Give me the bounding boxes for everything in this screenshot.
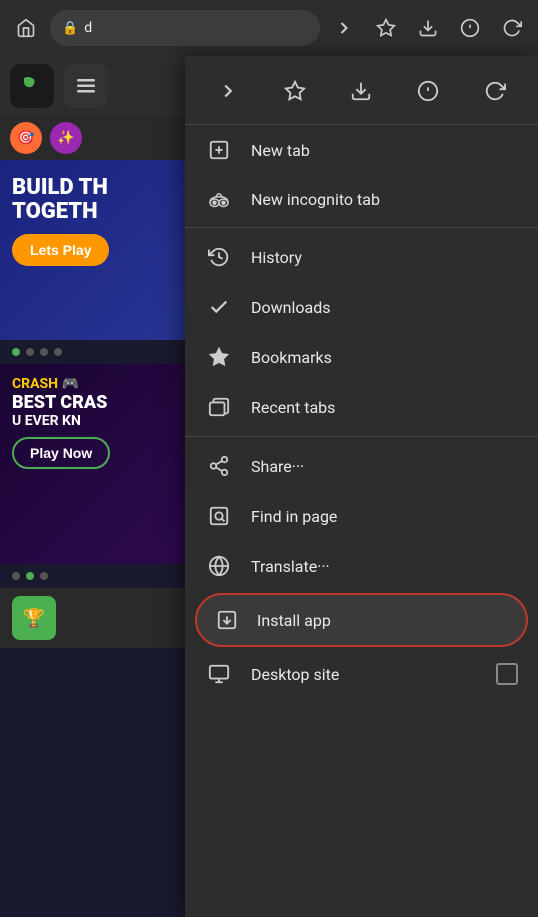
menu-nav-forward[interactable] bbox=[207, 70, 249, 112]
banner-2-title: BEST CRAS bbox=[12, 392, 173, 413]
menu-item-desktop-site[interactable]: Desktop site bbox=[185, 649, 538, 699]
favicon-2[interactable]: ✨ bbox=[50, 122, 82, 154]
install-app-label: Install app bbox=[257, 611, 331, 630]
menu-item-translate[interactable]: Translate··· bbox=[185, 541, 538, 591]
menu-nav-download[interactable] bbox=[340, 70, 382, 112]
downloads-label: Downloads bbox=[251, 298, 330, 317]
app-icons-row bbox=[0, 56, 185, 116]
banner-2-subtitle2: U EVER KN bbox=[12, 413, 173, 429]
recent-tabs-icon bbox=[205, 396, 233, 418]
desktop-site-icon bbox=[205, 663, 233, 685]
lock-icon: 🔒 bbox=[62, 21, 78, 36]
dot2-2 bbox=[26, 572, 34, 580]
menu-item-new-tab[interactable]: New tab bbox=[185, 125, 538, 175]
page-content: 🎯 ✨ BUILD TH TOGETH Lets Play CRASH 🎮 BE… bbox=[0, 56, 185, 917]
menu-item-share[interactable]: Share··· bbox=[185, 441, 538, 491]
menu-top-nav bbox=[185, 56, 538, 125]
install-app-icon bbox=[213, 609, 241, 631]
menu-item-install-app[interactable]: Install app bbox=[197, 595, 526, 645]
menu-nav-info[interactable] bbox=[407, 70, 449, 112]
banner-3-hint: 🏆 bbox=[0, 588, 185, 648]
incognito-icon bbox=[205, 189, 233, 209]
nav-refresh-button[interactable] bbox=[494, 10, 530, 46]
banner-1: BUILD TH TOGETH Lets Play bbox=[0, 160, 185, 340]
history-label: History bbox=[251, 248, 302, 267]
nav-info-button[interactable] bbox=[452, 10, 488, 46]
dots-indicator-2 bbox=[0, 564, 185, 588]
nav-bookmark-button[interactable] bbox=[368, 10, 404, 46]
menu-item-bookmarks[interactable]: Bookmarks bbox=[185, 332, 538, 382]
bigo-icon[interactable] bbox=[10, 64, 54, 108]
desktop-site-label: Desktop site bbox=[251, 665, 339, 684]
new-tab-label: New tab bbox=[251, 141, 310, 160]
address-text: d bbox=[84, 20, 92, 36]
desktop-site-checkbox[interactable] bbox=[496, 663, 518, 685]
desktop-site-left: Desktop site bbox=[205, 663, 339, 685]
divider-1 bbox=[185, 227, 538, 228]
downloads-icon bbox=[205, 296, 233, 318]
dot-1 bbox=[12, 348, 20, 356]
dot2-1 bbox=[12, 572, 20, 580]
menu-item-recent-tabs[interactable]: Recent tabs bbox=[185, 382, 538, 432]
menu-item-incognito[interactable]: New incognito tab bbox=[185, 175, 538, 223]
history-icon bbox=[205, 246, 233, 268]
menu-item-downloads[interactable]: Downloads bbox=[185, 282, 538, 332]
address-bar[interactable]: 🔒 d bbox=[50, 10, 320, 46]
dot-3 bbox=[40, 348, 48, 356]
find-label: Find in page bbox=[251, 507, 337, 526]
share-label: Share··· bbox=[251, 457, 304, 476]
translate-label: Translate··· bbox=[251, 557, 330, 576]
incognito-label: New incognito tab bbox=[251, 190, 380, 209]
dots-indicator bbox=[0, 340, 185, 364]
menu-nav-star[interactable] bbox=[274, 70, 316, 112]
bookmarks-label: Bookmarks bbox=[251, 348, 332, 367]
divider-2 bbox=[185, 436, 538, 437]
nav-forward-button[interactable] bbox=[326, 10, 362, 46]
dot-4 bbox=[54, 348, 62, 356]
favicon-1[interactable]: 🎯 bbox=[10, 122, 42, 154]
recent-tabs-label: Recent tabs bbox=[251, 398, 335, 417]
home-button[interactable] bbox=[8, 10, 44, 46]
menu-item-find[interactable]: Find in page bbox=[185, 491, 538, 541]
dot-2 bbox=[26, 348, 34, 356]
dropdown-menu: New tab New incognito tab History bbox=[185, 56, 538, 917]
banner-1-title: BUILD TH TOGETH bbox=[12, 176, 173, 224]
banner-2: CRASH 🎮 BEST CRAS U EVER KN Play Now bbox=[0, 364, 185, 564]
banner-3-icon: 🏆 bbox=[12, 596, 56, 640]
banner-2-tag: CRASH 🎮 bbox=[12, 376, 173, 392]
new-tab-icon bbox=[205, 139, 233, 161]
menu-nav-refresh[interactable] bbox=[474, 70, 516, 112]
share-icon bbox=[205, 455, 233, 477]
play-now-button[interactable]: Play Now bbox=[12, 437, 110, 469]
find-icon bbox=[205, 505, 233, 527]
menu-item-history[interactable]: History bbox=[185, 232, 538, 282]
browser-top-bar: 🔒 d bbox=[0, 0, 538, 56]
lets-play-button[interactable]: Lets Play bbox=[12, 234, 109, 266]
dot2-3 bbox=[40, 572, 48, 580]
translate-icon bbox=[205, 555, 233, 577]
menu-icon-btn[interactable] bbox=[64, 64, 108, 108]
bookmarks-icon bbox=[205, 346, 233, 368]
nav-download-button[interactable] bbox=[410, 10, 446, 46]
